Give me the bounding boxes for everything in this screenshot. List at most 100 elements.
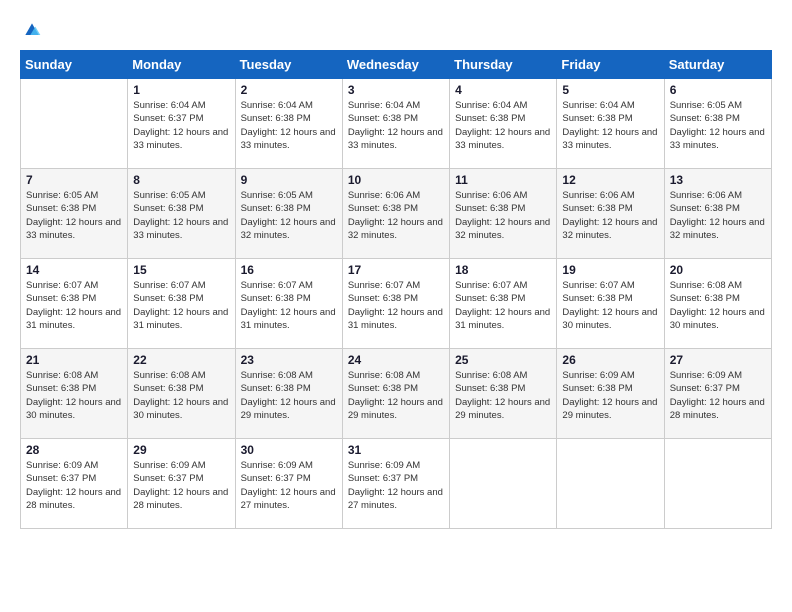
day-cell: 21 Sunrise: 6:08 AMSunset: 6:38 PMDayligh… [21, 349, 128, 439]
day-info: Sunrise: 6:09 AMSunset: 6:37 PMDaylight:… [670, 369, 766, 422]
day-info: Sunrise: 6:06 AMSunset: 6:38 PMDaylight:… [455, 189, 551, 242]
header [10, 10, 782, 50]
day-number: 17 [348, 263, 444, 277]
day-info: Sunrise: 6:04 AMSunset: 6:38 PMDaylight:… [455, 99, 551, 152]
day-number: 29 [133, 443, 229, 457]
week-row-4: 21 Sunrise: 6:08 AMSunset: 6:38 PMDayligh… [21, 349, 772, 439]
day-cell: 22 Sunrise: 6:08 AMSunset: 6:38 PMDayligh… [128, 349, 235, 439]
day-info: Sunrise: 6:04 AMSunset: 6:38 PMDaylight:… [348, 99, 444, 152]
day-cell: 27 Sunrise: 6:09 AMSunset: 6:37 PMDayligh… [664, 349, 771, 439]
day-info: Sunrise: 6:08 AMSunset: 6:38 PMDaylight:… [241, 369, 337, 422]
day-cell: 28 Sunrise: 6:09 AMSunset: 6:37 PMDayligh… [21, 439, 128, 529]
day-cell [450, 439, 557, 529]
day-info: Sunrise: 6:05 AMSunset: 6:38 PMDaylight:… [241, 189, 337, 242]
day-cell: 19Sunrise: 6:07 AMSunset: 6:38 PMDayligh… [557, 259, 664, 349]
day-cell: 13 Sunrise: 6:06 AMSunset: 6:38 PMDayligh… [664, 169, 771, 259]
day-header-wednesday: Wednesday [342, 51, 449, 79]
day-info: Sunrise: 6:06 AMSunset: 6:38 PMDaylight:… [670, 189, 766, 242]
day-number: 31 [348, 443, 444, 457]
day-info: Sunrise: 6:07 AMSunset: 6:38 PMDaylight:… [241, 279, 337, 332]
day-number: 26 [562, 353, 658, 367]
day-info: Sunrise: 6:08 AMSunset: 6:38 PMDaylight:… [133, 369, 229, 422]
day-info: Sunrise: 6:07 AMSunset: 6:38 PMDaylight:… [26, 279, 122, 332]
day-header-sunday: Sunday [21, 51, 128, 79]
day-info: Sunrise: 6:07 AMSunset: 6:38 PMDaylight:… [562, 279, 658, 332]
day-info: Sunrise: 6:08 AMSunset: 6:38 PMDaylight:… [26, 369, 122, 422]
calendar-table: SundayMondayTuesdayWednesdayThursdayFrid… [20, 50, 772, 529]
day-cell [21, 79, 128, 169]
calendar-container: SundayMondayTuesdayWednesdayThursdayFrid… [10, 50, 782, 539]
logo [20, 20, 42, 45]
day-cell: 25 Sunrise: 6:08 AMSunset: 6:38 PMDayligh… [450, 349, 557, 439]
day-number: 25 [455, 353, 551, 367]
day-number: 30 [241, 443, 337, 457]
day-info: Sunrise: 6:05 AMSunset: 6:38 PMDaylight:… [670, 99, 766, 152]
day-cell: 26 Sunrise: 6:09 AMSunset: 6:38 PMDayligh… [557, 349, 664, 439]
day-cell: 14 Sunrise: 6:07 AMSunset: 6:38 PMDayligh… [21, 259, 128, 349]
day-header-friday: Friday [557, 51, 664, 79]
day-info: Sunrise: 6:05 AMSunset: 6:38 PMDaylight:… [26, 189, 122, 242]
day-number: 22 [133, 353, 229, 367]
day-info: Sunrise: 6:07 AMSunset: 6:38 PMDaylight:… [348, 279, 444, 332]
day-number: 20 [670, 263, 766, 277]
week-row-2: 7 Sunrise: 6:05 AMSunset: 6:38 PMDaylight… [21, 169, 772, 259]
day-number: 24 [348, 353, 444, 367]
day-number: 7 [26, 173, 122, 187]
day-cell: 6Sunrise: 6:05 AMSunset: 6:38 PMDaylight… [664, 79, 771, 169]
day-info: Sunrise: 6:04 AMSunset: 6:37 PMDaylight:… [133, 99, 229, 152]
day-number: 21 [26, 353, 122, 367]
day-number: 9 [241, 173, 337, 187]
day-number: 16 [241, 263, 337, 277]
day-number: 14 [26, 263, 122, 277]
header-row: SundayMondayTuesdayWednesdayThursdayFrid… [21, 51, 772, 79]
day-cell: 23 Sunrise: 6:08 AMSunset: 6:38 PMDayligh… [235, 349, 342, 439]
day-info: Sunrise: 6:08 AMSunset: 6:38 PMDaylight:… [455, 369, 551, 422]
day-number: 18 [455, 263, 551, 277]
day-number: 11 [455, 173, 551, 187]
day-number: 15 [133, 263, 229, 277]
day-info: Sunrise: 6:09 AMSunset: 6:37 PMDaylight:… [241, 459, 337, 512]
day-number: 10 [348, 173, 444, 187]
day-header-thursday: Thursday [450, 51, 557, 79]
week-row-3: 14 Sunrise: 6:07 AMSunset: 6:38 PMDayligh… [21, 259, 772, 349]
day-number: 5 [562, 83, 658, 97]
day-number: 27 [670, 353, 766, 367]
logo-icon [22, 20, 42, 40]
day-info: Sunrise: 6:07 AMSunset: 6:38 PMDaylight:… [455, 279, 551, 332]
day-number: 13 [670, 173, 766, 187]
day-info: Sunrise: 6:08 AMSunset: 6:38 PMDaylight:… [670, 279, 766, 332]
day-number: 28 [26, 443, 122, 457]
day-number: 3 [348, 83, 444, 97]
day-cell: 1 Sunrise: 6:04 AMSunset: 6:37 PMDaylight… [128, 79, 235, 169]
day-cell: 20 Sunrise: 6:08 AMSunset: 6:38 PMDayligh… [664, 259, 771, 349]
day-cell: 18 Sunrise: 6:07 AMSunset: 6:38 PMDayligh… [450, 259, 557, 349]
day-cell: 12 Sunrise: 6:06 AMSunset: 6:38 PMDayligh… [557, 169, 664, 259]
day-info: Sunrise: 6:04 AMSunset: 6:38 PMDaylight:… [241, 99, 337, 152]
day-info: Sunrise: 6:09 AMSunset: 6:37 PMDaylight:… [26, 459, 122, 512]
day-cell: 29 Sunrise: 6:09 AMSunset: 6:37 PMDayligh… [128, 439, 235, 529]
day-number: 4 [455, 83, 551, 97]
day-cell: 11 Sunrise: 6:06 AMSunset: 6:38 PMDayligh… [450, 169, 557, 259]
day-cell: 31 Sunrise: 6:09 AMSunset: 6:37 PMDayligh… [342, 439, 449, 529]
day-cell: 10Sunrise: 6:06 AMSunset: 6:38 PMDayligh… [342, 169, 449, 259]
day-info: Sunrise: 6:06 AMSunset: 6:38 PMDaylight:… [562, 189, 658, 242]
day-cell: 8Sunrise: 6:05 AMSunset: 6:38 PMDaylight… [128, 169, 235, 259]
day-info: Sunrise: 6:09 AMSunset: 6:37 PMDaylight:… [133, 459, 229, 512]
day-cell: 15Sunrise: 6:07 AMSunset: 6:38 PMDayligh… [128, 259, 235, 349]
day-info: Sunrise: 6:09 AMSunset: 6:38 PMDaylight:… [562, 369, 658, 422]
day-number: 12 [562, 173, 658, 187]
day-cell: 24Sunrise: 6:08 AMSunset: 6:38 PMDayligh… [342, 349, 449, 439]
day-cell: 2Sunrise: 6:04 AMSunset: 6:38 PMDaylight… [235, 79, 342, 169]
day-cell: 4 Sunrise: 6:04 AMSunset: 6:38 PMDaylight… [450, 79, 557, 169]
day-cell: 30 Sunrise: 6:09 AMSunset: 6:37 PMDayligh… [235, 439, 342, 529]
day-cell: 7 Sunrise: 6:05 AMSunset: 6:38 PMDaylight… [21, 169, 128, 259]
day-number: 23 [241, 353, 337, 367]
day-cell: 5Sunrise: 6:04 AMSunset: 6:38 PMDaylight… [557, 79, 664, 169]
day-info: Sunrise: 6:09 AMSunset: 6:37 PMDaylight:… [348, 459, 444, 512]
day-cell: 17 Sunrise: 6:07 AMSunset: 6:38 PMDayligh… [342, 259, 449, 349]
week-row-5: 28 Sunrise: 6:09 AMSunset: 6:37 PMDayligh… [21, 439, 772, 529]
day-info: Sunrise: 6:05 AMSunset: 6:38 PMDaylight:… [133, 189, 229, 242]
day-header-monday: Monday [128, 51, 235, 79]
day-header-saturday: Saturday [664, 51, 771, 79]
day-number: 1 [133, 83, 229, 97]
